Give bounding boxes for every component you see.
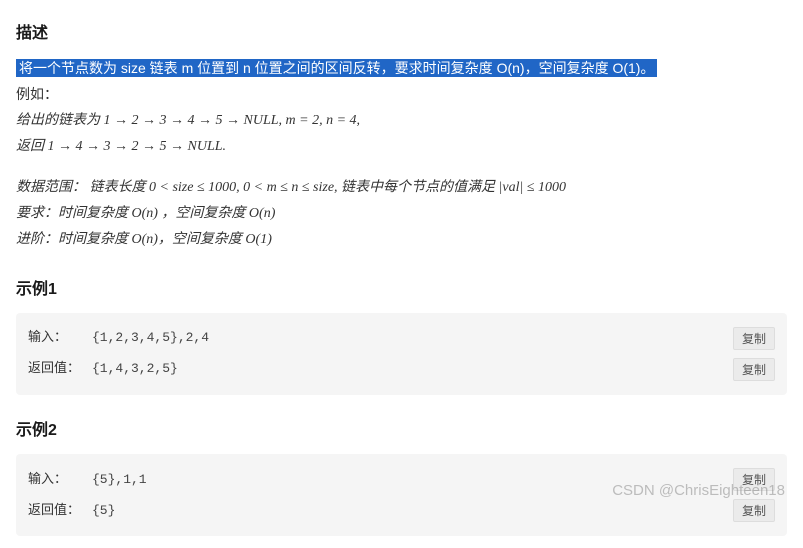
example-given-list: 给出的链表为 1 → 2 → 3 → 4 → 5 → NULL, m = 2, … — [16, 109, 787, 133]
input-value: {5},1,1 — [92, 469, 733, 491]
example-return-row: 返回值： {5} 复制 — [28, 495, 775, 526]
copy-button[interactable]: 复制 — [733, 327, 775, 350]
advance-line: 进阶：时间复杂度 O(n)，空间复杂度 O(1) — [16, 228, 787, 252]
example-return-row: 返回值： {1,4,3,2,5} 复制 — [28, 354, 775, 385]
requirement-line: 要求：时间复杂度 O(n) ，空间复杂度 O(n) — [16, 202, 787, 226]
copy-button[interactable]: 复制 — [733, 499, 775, 522]
return-value: {5} — [92, 500, 733, 522]
description-body: 将一个节点数为 size 链表 m 位置到 n 位置之间的区间反转，要求时间复杂… — [16, 57, 787, 252]
example-input-row: 输入： {5},1,1 复制 — [28, 464, 775, 495]
return-value: {1,4,3,2,5} — [92, 358, 733, 380]
return-label: 返回值： — [28, 358, 92, 380]
example-input-row: 输入： {1,2,3,4,5},2,4 复制 — [28, 323, 775, 354]
example-return-list: 返回 1 → 4 → 3 → 2 → 5 → NULL. — [16, 135, 787, 159]
example-heading-1: 示例1 — [16, 276, 787, 303]
example-intro: 例如： — [16, 83, 787, 107]
return-label: 返回值： — [28, 500, 92, 522]
input-label: 输入： — [28, 327, 92, 349]
copy-button[interactable]: 复制 — [733, 358, 775, 381]
data-range-line: 数据范围： 链表长度 0 < size ≤ 1000, 0 < m ≤ n ≤ … — [16, 176, 787, 200]
input-label: 输入： — [28, 469, 92, 491]
example-box-2: 输入： {5},1,1 复制 返回值： {5} 复制 — [16, 454, 787, 536]
example-heading-2: 示例2 — [16, 417, 787, 444]
problem-statement-highlighted: 将一个节点数为 size 链表 m 位置到 n 位置之间的区间反转，要求时间复杂… — [16, 59, 657, 77]
copy-button[interactable]: 复制 — [733, 468, 775, 491]
input-value: {1,2,3,4,5},2,4 — [92, 327, 733, 349]
section-heading-description: 描述 — [16, 20, 787, 47]
example-box-1: 输入： {1,2,3,4,5},2,4 复制 返回值： {1,4,3,2,5} … — [16, 313, 787, 395]
